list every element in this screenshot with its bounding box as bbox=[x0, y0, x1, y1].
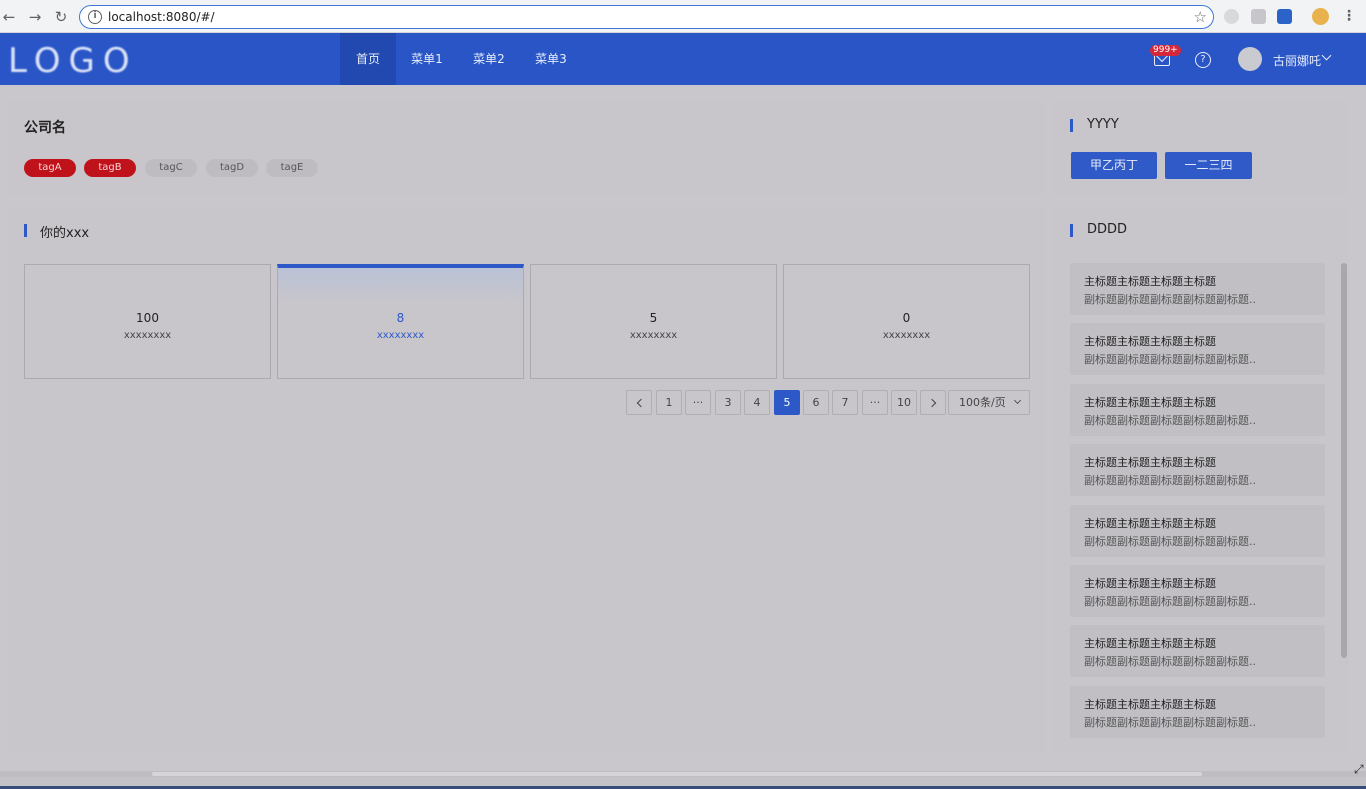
page-button[interactable]: 7 bbox=[832, 390, 858, 415]
page-ellipsis[interactable]: ··· bbox=[685, 390, 711, 415]
stat-label: xxxxxxxx bbox=[376, 330, 425, 341]
list-item-subtitle: 副标题副标题副标题副标题副标题.. bbox=[1084, 535, 1256, 548]
stat-value: 5 bbox=[649, 311, 658, 325]
company-panel bbox=[8, 101, 1046, 197]
prev-page-button[interactable] bbox=[626, 390, 652, 415]
help-icon[interactable]: ? bbox=[1195, 52, 1211, 68]
menu-kebab-icon[interactable]: ⋮ bbox=[1342, 8, 1356, 24]
company-name: 公司名 bbox=[24, 120, 66, 136]
list-item-subtitle: 副标题副标题副标题副标题副标题.. bbox=[1084, 474, 1256, 487]
yyyy-title: YYYY bbox=[1087, 117, 1119, 132]
chevron-down-icon bbox=[1013, 396, 1022, 405]
tag-b[interactable]: tagB bbox=[84, 159, 136, 177]
stat-card-active[interactable]: 8 xxxxxxxx bbox=[277, 264, 524, 379]
profile-icon[interactable] bbox=[1312, 8, 1329, 25]
title-accent-bar bbox=[24, 224, 27, 237]
list-item[interactable]: 主标题主标题主标题主标题 副标题副标题副标题副标题副标题.. bbox=[1070, 323, 1325, 375]
list-item-subtitle: 副标题副标题副标题副标题副标题.. bbox=[1084, 293, 1256, 306]
extension-icon[interactable] bbox=[1277, 9, 1292, 24]
list-item-subtitle: 副标题副标题副标题副标题副标题.. bbox=[1084, 655, 1256, 668]
list-item[interactable]: 主标题主标题主标题主标题 副标题副标题副标题副标题副标题.. bbox=[1070, 384, 1325, 436]
nav-menu1[interactable]: 菜单1 bbox=[402, 33, 452, 85]
stat-card[interactable]: 0 xxxxxxxx bbox=[783, 264, 1030, 379]
nav-home[interactable]: 首页 bbox=[340, 33, 396, 85]
url-text[interactable]: localhost:8080/#/ bbox=[108, 10, 215, 24]
nav-menu2[interactable]: 菜单2 bbox=[464, 33, 514, 85]
notification-badge: 999+ bbox=[1150, 45, 1181, 56]
title-accent-bar bbox=[1070, 119, 1073, 132]
page-button-current[interactable]: 5 bbox=[774, 390, 800, 415]
dddd-title: DDDD bbox=[1087, 222, 1128, 237]
page-ellipsis[interactable]: ··· bbox=[862, 390, 888, 415]
reload-icon[interactable]: ↻ bbox=[52, 8, 70, 26]
page-button[interactable]: 10 bbox=[891, 390, 917, 415]
list-item-title: 主标题主标题主标题主标题 bbox=[1084, 396, 1216, 409]
list-item-title: 主标题主标题主标题主标题 bbox=[1084, 275, 1216, 288]
list-item-subtitle: 副标题副标题副标题副标题副标题.. bbox=[1084, 716, 1256, 729]
stats-title: 你的xxx bbox=[40, 226, 90, 241]
extension-icon[interactable] bbox=[1251, 9, 1266, 24]
stat-value: 100 bbox=[136, 311, 159, 325]
tag-d[interactable]: tagD bbox=[206, 159, 258, 177]
site-info-icon[interactable]: i bbox=[88, 10, 102, 24]
list-item[interactable]: 主标题主标题主标题主标题 副标题副标题副标题副标题副标题.. bbox=[1070, 444, 1325, 496]
page-button[interactable]: 3 bbox=[715, 390, 741, 415]
nav-menu3[interactable]: 菜单3 bbox=[526, 33, 576, 85]
list-item-title: 主标题主标题主标题主标题 bbox=[1084, 637, 1216, 650]
stat-label: xxxxxxxx bbox=[123, 330, 172, 341]
browser-toolbar: ← → ↻ i localhost:8080/#/ ☆ ⋮ bbox=[0, 0, 1366, 33]
list-item-title: 主标题主标题主标题主标题 bbox=[1084, 517, 1216, 530]
stat-label: xxxxxxxx bbox=[629, 330, 678, 341]
list-item[interactable]: 主标题主标题主标题主标题 副标题副标题副标题副标题副标题.. bbox=[1070, 505, 1325, 557]
logo[interactable]: LOGO bbox=[8, 41, 138, 81]
list-item-subtitle: 副标题副标题副标题副标题副标题.. bbox=[1084, 595, 1256, 608]
stat-value: 0 bbox=[902, 311, 911, 325]
next-page-button[interactable] bbox=[920, 390, 946, 415]
list-item[interactable]: 主标题主标题主标题主标题 副标题副标题副标题副标题副标题.. bbox=[1070, 625, 1325, 677]
avatar[interactable] bbox=[1238, 47, 1262, 71]
title-accent-bar bbox=[1070, 224, 1073, 237]
page-size-select[interactable]: 100条/页 bbox=[948, 390, 1030, 415]
extension-icon[interactable] bbox=[1224, 9, 1239, 24]
list-item-subtitle: 副标题副标题副标题副标题副标题.. bbox=[1084, 414, 1256, 427]
yyyy-panel bbox=[1054, 101, 1348, 197]
forward-arrow-icon[interactable]: → bbox=[26, 8, 44, 26]
address-bar[interactable]: i localhost:8080/#/ ☆ bbox=[79, 5, 1214, 29]
bookmark-star-icon[interactable]: ☆ bbox=[1194, 8, 1207, 26]
chevron-right-icon bbox=[927, 398, 936, 408]
list-item-subtitle: 副标题副标题副标题副标题副标题.. bbox=[1084, 353, 1256, 366]
stat-card[interactable]: 5 xxxxxxxx bbox=[530, 264, 777, 379]
stat-card[interactable]: 100 xxxxxxxx bbox=[24, 264, 271, 379]
page-button[interactable]: 1 bbox=[656, 390, 682, 415]
tag-a[interactable]: tagA bbox=[24, 159, 76, 177]
page-button[interactable]: 6 bbox=[803, 390, 829, 415]
list-scrollbar[interactable] bbox=[1341, 263, 1347, 658]
window-bottom-edge bbox=[0, 777, 1366, 789]
back-arrow-icon[interactable]: ← bbox=[0, 8, 18, 26]
list-item-title: 主标题主标题主标题主标题 bbox=[1084, 577, 1216, 590]
yierSansi-button[interactable]: 一二三四 bbox=[1165, 152, 1252, 179]
list-item-title: 主标题主标题主标题主标题 bbox=[1084, 456, 1216, 469]
list-item[interactable]: 主标题主标题主标题主标题 副标题副标题副标题副标题副标题.. bbox=[1070, 686, 1325, 738]
jiayibingding-button[interactable]: 甲乙丙丁 bbox=[1071, 152, 1157, 179]
list-item[interactable]: 主标题主标题主标题主标题 副标题副标题副标题副标题副标题.. bbox=[1070, 263, 1325, 315]
stat-label: xxxxxxxx bbox=[882, 330, 931, 341]
resize-icon[interactable]: ⤢ bbox=[1354, 762, 1364, 777]
user-name[interactable]: 古丽娜吒 bbox=[1273, 52, 1321, 69]
horizontal-scrollbar[interactable] bbox=[152, 772, 1202, 776]
tag-e[interactable]: tagE bbox=[266, 159, 318, 177]
list-item[interactable]: 主标题主标题主标题主标题 副标题副标题副标题副标题副标题.. bbox=[1070, 565, 1325, 617]
tag-c[interactable]: tagC bbox=[145, 159, 197, 177]
list-item-title: 主标题主标题主标题主标题 bbox=[1084, 335, 1216, 348]
page-button[interactable]: 4 bbox=[744, 390, 770, 415]
stat-value: 8 bbox=[396, 311, 405, 325]
list-item-title: 主标题主标题主标题主标题 bbox=[1084, 698, 1216, 711]
chevron-left-icon bbox=[636, 398, 645, 408]
page-size-value: 100条/页 bbox=[959, 396, 1006, 409]
